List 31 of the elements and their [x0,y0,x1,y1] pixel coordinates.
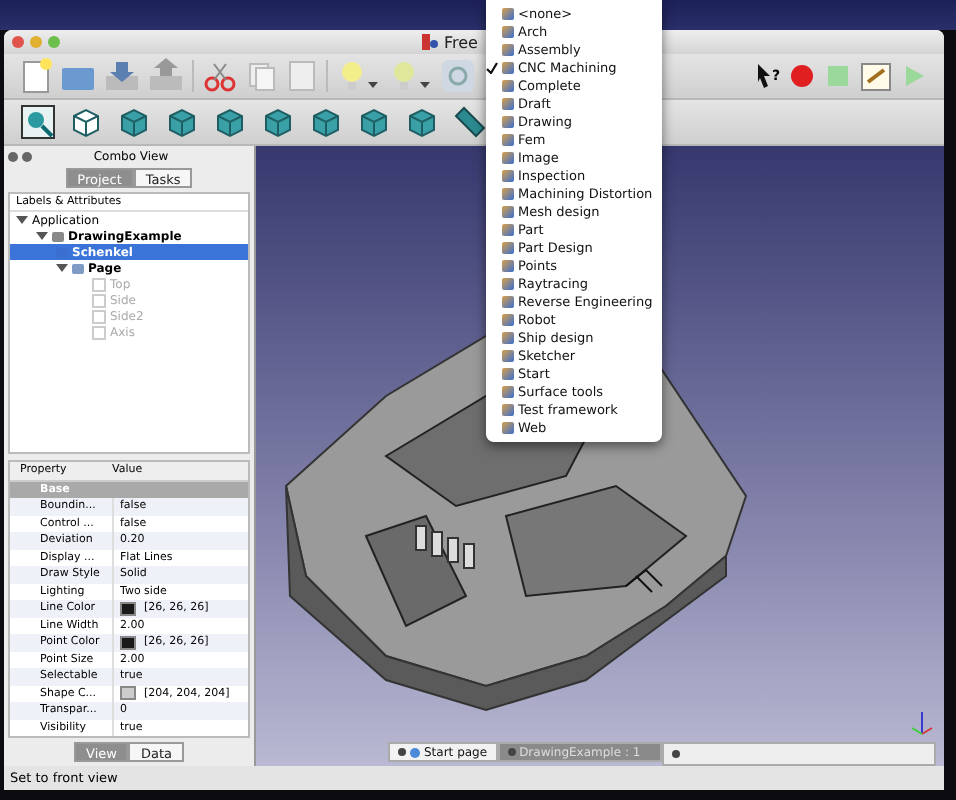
expand-arrow-icon[interactable] [56,262,68,274]
measure-icon[interactable] [452,104,488,140]
view-cube-icon[interactable] [68,104,104,140]
globe-icon [410,747,420,757]
view-cube-icon[interactable] [116,104,152,140]
view-cube-icon[interactable] [212,104,248,140]
zoom-fit-icon[interactable] [20,104,56,140]
axis-triad-icon [908,706,936,738]
view-cube-icon[interactable] [260,104,296,140]
color-swatch[interactable] [120,601,136,616]
close-button[interactable] [12,36,24,48]
new-document-icon[interactable] [20,58,52,94]
view-cube-icon[interactable] [308,104,344,140]
panel-close-icon[interactable] [8,151,18,161]
view-cube-icon[interactable] [356,104,392,140]
app-logo-icon [422,34,438,50]
view-cube-icon[interactable] [164,104,200,140]
view-cube-icon[interactable] [404,104,440,140]
color-swatch[interactable] [120,686,136,701]
checkmark-icon [486,61,498,73]
scissors-icon[interactable] [202,58,238,94]
window-title: Free [444,33,478,51]
save-icon[interactable] [104,58,140,94]
expand-arrow-icon[interactable] [36,230,48,242]
color-swatch[interactable] [120,635,136,650]
expand-arrow-icon[interactable] [16,214,28,226]
panel-float-icon[interactable] [22,151,32,161]
notepad-icon[interactable] [860,60,892,92]
tab-close-icon[interactable] [398,748,406,756]
export-icon[interactable] [148,58,184,94]
record-icon[interactable] [788,62,816,90]
